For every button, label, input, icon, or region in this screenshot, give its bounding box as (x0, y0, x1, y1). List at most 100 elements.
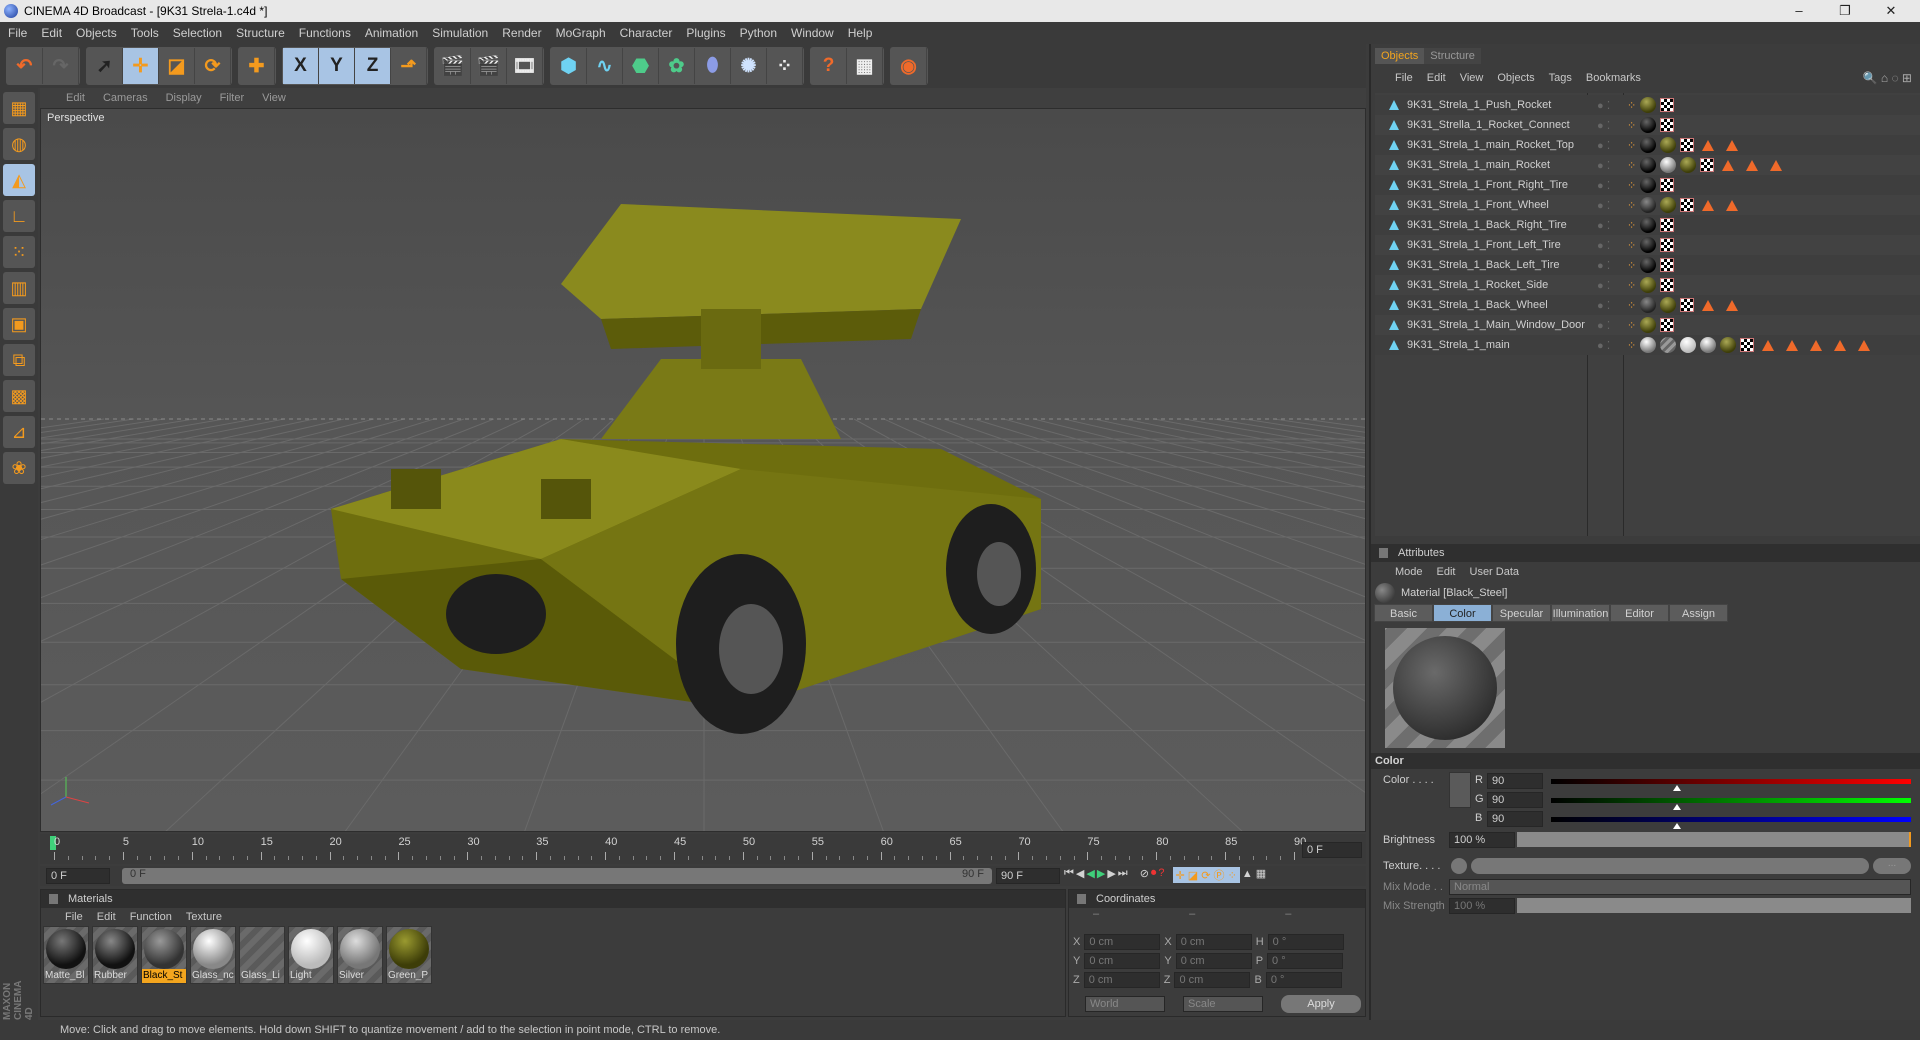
materials-menu-edit[interactable]: Edit (97, 911, 116, 923)
b-field[interactable]: 90 (1487, 811, 1543, 827)
slider-thumb[interactable] (1673, 823, 1681, 829)
object-name[interactable]: 9K31_Strela_1_Rocket_Side (1407, 279, 1548, 291)
object-row[interactable]: 9K31_Strela_1_main_Rocket ● ⁚ ⁘ (1375, 155, 1920, 175)
menu-render[interactable]: Render (502, 26, 541, 40)
selection-tag-icon[interactable] (1786, 339, 1799, 351)
menu-help[interactable]: Help (848, 26, 873, 40)
texture-play-icon[interactable] (1451, 858, 1467, 874)
object-row[interactable]: 9K31_Strela_1_Rocket_Side ● ⁚ ⁘ (1375, 275, 1920, 295)
web-icon[interactable]: ◉ (891, 48, 927, 84)
help-icon[interactable]: ? (811, 48, 847, 84)
polygons-mode-icon[interactable]: ▣ (3, 308, 35, 340)
scale-dropdown[interactable]: Scale (1183, 996, 1263, 1012)
material-swatch[interactable]: Light (288, 926, 334, 984)
material-swatch[interactable]: Green_P (386, 926, 432, 984)
visibility-dots-icon[interactable]: ● ⁚ (1597, 219, 1610, 232)
phong-tag-icon[interactable]: ⁘ (1627, 339, 1636, 352)
phong-tag-icon[interactable]: ⁘ (1627, 259, 1636, 272)
play-backward-icon[interactable]: ◀ (1086, 867, 1094, 883)
move-icon[interactable]: ✛ (123, 48, 159, 84)
play-forward-icon[interactable]: ▶ (1097, 867, 1105, 883)
prev-frame-icon[interactable]: ◀ (1076, 867, 1084, 883)
viewport-menu-view[interactable]: View (262, 92, 286, 104)
material-tag-icon[interactable] (1640, 237, 1657, 253)
y-axis-icon[interactable]: Y (319, 48, 355, 84)
key-position-icon[interactable]: ✛ ◪ ⟳ Ⓟ ⁘ (1172, 867, 1240, 883)
menu-tools[interactable]: Tools (131, 26, 159, 40)
object-row[interactable]: 9K31_Strela_1_Push_Rocket ● ⁚ ⁘ (1375, 95, 1920, 115)
object-name[interactable]: 9K31_Strela_1_Back_Right_Tire (1407, 219, 1567, 231)
workplane-icon[interactable]: ⊿ (3, 416, 35, 448)
coord-value-field[interactable]: 0 ° (1267, 934, 1344, 950)
objects-toolbar-icons[interactable]: 🔍 ⌂ ◌ ⊞ (1863, 71, 1912, 85)
viewport-menu-cameras[interactable]: Cameras (103, 92, 148, 104)
visibility-dots-icon[interactable]: ● ⁚ (1597, 239, 1610, 252)
coord-value-field[interactable]: 0 cm (1175, 934, 1252, 950)
texture-tag-icon[interactable] (1660, 178, 1675, 192)
scale-icon[interactable]: ◪ (159, 48, 195, 84)
material-tag-icon[interactable] (1660, 137, 1677, 153)
spline-icon[interactable]: ∿ (587, 48, 623, 84)
viewport-menu-filter[interactable]: Filter (220, 92, 244, 104)
menu-edit[interactable]: Edit (41, 26, 62, 40)
material-tag-icon[interactable] (1640, 277, 1657, 293)
material-tag-icon[interactable] (1640, 337, 1657, 353)
coord-value-field[interactable]: 0 cm (1174, 972, 1251, 988)
attributes-menu-mode[interactable]: Mode (1395, 566, 1423, 578)
phong-tag-icon[interactable]: ⁘ (1627, 119, 1636, 132)
visibility-dots-icon[interactable]: ● ⁚ (1597, 279, 1610, 292)
scene-icon[interactable]: ✺ (731, 48, 767, 84)
object-row[interactable]: 9K31_Strela_1_Back_Right_Tire ● ⁚ ⁘ (1375, 215, 1920, 235)
materials-menu-function[interactable]: Function (130, 911, 172, 923)
nurbs-icon[interactable]: ⬣ (623, 48, 659, 84)
material-tag-icon[interactable] (1640, 297, 1657, 313)
points-mode-icon[interactable]: ⁙ (3, 236, 35, 268)
axis-mode-icon[interactable]: ∟ (3, 200, 35, 232)
phong-tag-icon[interactable]: ⁘ (1627, 239, 1636, 252)
visibility-dots-icon[interactable]: ● ⁚ (1597, 319, 1610, 332)
brightness-slider[interactable] (1517, 832, 1911, 847)
menu-python[interactable]: Python (740, 26, 777, 40)
tab-specular[interactable]: Specular (1492, 604, 1551, 622)
visibility-dots-icon[interactable]: ● ⁚ (1597, 99, 1610, 112)
coord-value-field[interactable]: 0 ° (1267, 953, 1344, 969)
r-slider[interactable] (1551, 779, 1911, 784)
material-swatch[interactable]: Black_St (141, 926, 187, 984)
viewport[interactable]: Perspective ✥ ⇕ ⟲ ▭ (40, 108, 1366, 832)
material-tag-icon[interactable] (1640, 177, 1657, 193)
object-name[interactable]: 9K31_Strella_1_Rocket_Connect (1407, 119, 1570, 131)
phong-tag-icon[interactable]: ⁘ (1627, 99, 1636, 112)
material-swatch[interactable]: Rubber (92, 926, 138, 984)
selection-tag-icon[interactable] (1726, 299, 1739, 311)
object-row[interactable]: 9K31_Strella_1_Rocket_Connect ● ⁚ ⁘ (1375, 115, 1920, 135)
object-row[interactable]: 9K31_Strela_1_Front_Right_Tire ● ⁚ ⁘ (1375, 175, 1920, 195)
visibility-dots-icon[interactable]: ● ⁚ (1597, 139, 1610, 152)
menu-selection[interactable]: Selection (173, 26, 222, 40)
rotate-icon[interactable]: ⟳ (195, 48, 231, 84)
selection-tag-icon[interactable] (1726, 139, 1739, 151)
sculpt-icon[interactable]: ❀ (3, 452, 35, 484)
minimize-button[interactable]: – (1776, 0, 1822, 22)
texture-browse-button[interactable]: ... (1873, 858, 1911, 874)
keyframe-icon[interactable]: ⊘ (1140, 867, 1149, 883)
object-mode-icon[interactable]: ◭ (3, 164, 35, 196)
b-slider[interactable] (1551, 817, 1911, 822)
slider-thumb[interactable] (1673, 804, 1681, 810)
maximize-button[interactable]: ❐ (1822, 0, 1868, 22)
material-tag-icon[interactable] (1660, 337, 1677, 353)
visibility-dots-icon[interactable]: ● ⁚ (1597, 299, 1610, 312)
visibility-dots-icon[interactable]: ● ⁚ (1597, 339, 1610, 352)
objects-menu-view[interactable]: View (1460, 72, 1484, 84)
render-view-icon[interactable]: 🎬 (435, 48, 471, 84)
object-name[interactable]: 9K31_Strela_1_main_Rocket (1407, 159, 1550, 171)
phong-tag-icon[interactable]: ⁘ (1627, 279, 1636, 292)
phong-tag-icon[interactable]: ⁘ (1627, 199, 1636, 212)
brightness-field[interactable]: 100 % (1449, 832, 1515, 848)
x-axis-icon[interactable]: X (283, 48, 319, 84)
menu-structure[interactable]: Structure (236, 26, 285, 40)
texture-tag-icon[interactable] (1660, 258, 1675, 272)
visibility-dots-icon[interactable]: ● ⁚ (1597, 179, 1610, 192)
object-row[interactable]: 9K31_Strela_1_Back_Left_Tire ● ⁚ ⁘ (1375, 255, 1920, 275)
undo-icon[interactable]: ↶ (7, 48, 43, 84)
texture-tag-icon[interactable] (1740, 338, 1755, 352)
